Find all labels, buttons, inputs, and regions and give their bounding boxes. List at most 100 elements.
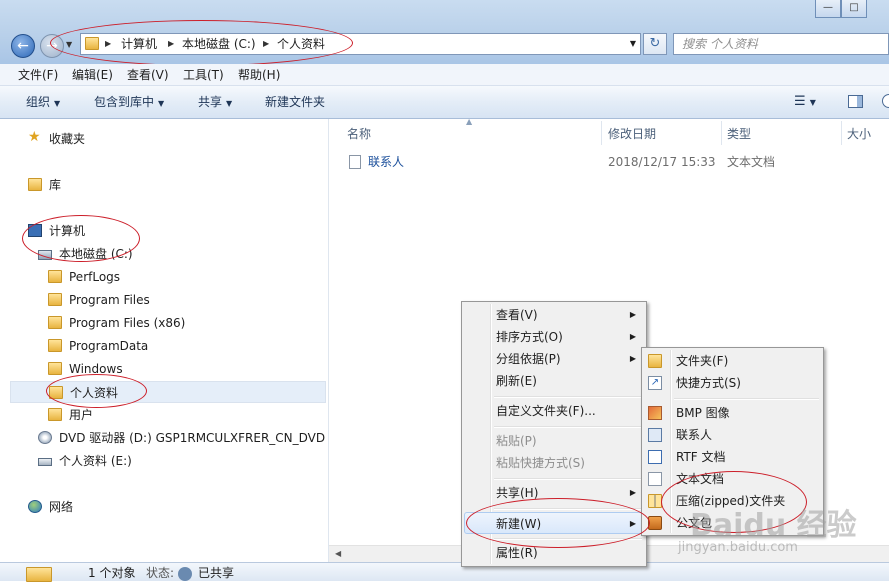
- minimize-button[interactable]: —: [815, 0, 841, 18]
- window-controls: — □: [815, 0, 877, 20]
- nav-folder-label: 用户: [69, 408, 94, 422]
- new-item-folder[interactable]: 文件夹(F): [644, 350, 821, 372]
- menu-tools[interactable]: 工具(T): [183, 64, 224, 86]
- recent-pages-dropdown-icon[interactable]: ▼: [66, 40, 76, 50]
- menu-edit[interactable]: 编辑(E): [72, 64, 113, 86]
- watermark-logo: Baidu 经验: [690, 508, 857, 543]
- search-input[interactable]: 搜索 个人资料: [673, 33, 889, 55]
- breadcrumb-arrow-icon[interactable]: ▶: [263, 34, 269, 54]
- nav-local-disk[interactable]: 本地磁盘 (C:): [0, 243, 328, 265]
- nav-favorites[interactable]: ★ 收藏夹: [0, 128, 328, 150]
- nav-folder-program-files-x86[interactable]: Program Files (x86): [0, 312, 328, 334]
- folder-icon: [48, 270, 62, 283]
- folder-icon: [48, 408, 62, 421]
- users-icon: [178, 567, 192, 581]
- menu-file[interactable]: 文件(F): [18, 64, 58, 86]
- share-button[interactable]: 共享 ▼: [198, 86, 232, 118]
- file-row[interactable]: 联系人 2018/12/17 15:33 文本文档: [329, 152, 889, 172]
- menu-view[interactable]: 查看(V): [127, 64, 169, 86]
- new-item-rtf[interactable]: RTF 文档: [644, 446, 821, 468]
- nav-computer[interactable]: 计算机: [0, 220, 328, 242]
- help-icon[interactable]: [882, 94, 889, 108]
- star-icon: ★: [28, 129, 41, 145]
- menu-item-view[interactable]: 查看(V) ▶: [464, 304, 644, 326]
- breadcrumb-personal[interactable]: 个人资料: [277, 34, 325, 54]
- nav-folder-program-files[interactable]: Program Files: [0, 289, 328, 311]
- address-history-dropdown-icon[interactable]: ▼: [630, 39, 636, 48]
- nav-dvd-drive[interactable]: DVD 驱动器 (D:) GSP1RMCULXFRER_CN_DVD: [0, 427, 328, 449]
- menu-separator: [494, 538, 642, 540]
- nav-folder-label: ProgramData: [69, 339, 149, 353]
- menu-item-refresh[interactable]: 刷新(E): [464, 370, 644, 392]
- chevron-down-icon: ▼: [226, 99, 233, 108]
- nav-folder-personal[interactable]: 个人资料: [10, 381, 326, 403]
- back-button[interactable]: ←: [11, 34, 35, 58]
- nav-e-drive[interactable]: 个人资料 (E:): [0, 450, 328, 472]
- column-size[interactable]: 大小: [847, 123, 871, 145]
- menu-separator: [494, 396, 642, 398]
- breadcrumb-arrow-icon[interactable]: ▶: [105, 34, 111, 54]
- new-item-shortcut[interactable]: ↗ 快捷方式(S): [644, 372, 821, 394]
- nav-folder-label: Windows: [69, 362, 123, 376]
- breadcrumb-computer[interactable]: 计算机: [121, 34, 157, 54]
- view-options-icon[interactable]: ☰ ▼: [794, 86, 816, 118]
- drive-icon: [38, 250, 52, 260]
- nav-folder-label: Program Files (x86): [69, 316, 186, 330]
- column-divider[interactable]: [601, 121, 602, 145]
- column-divider[interactable]: [721, 121, 722, 145]
- refresh-button[interactable]: ↻: [643, 33, 667, 55]
- column-name[interactable]: 名称: [347, 123, 371, 145]
- new-item-bmp[interactable]: BMP 图像: [644, 402, 821, 424]
- nav-folder-programdata[interactable]: ProgramData: [0, 335, 328, 357]
- nav-e-drive-label: 个人资料 (E:): [59, 454, 132, 468]
- nav-folder-users[interactable]: 用户: [0, 404, 328, 426]
- navigation-pane: ★ 收藏夹 库 计算机 本地磁盘 (C:) PerfLogs Program F…: [0, 119, 328, 569]
- file-modified: 2018/12/17 15:33: [608, 155, 716, 169]
- nav-libraries[interactable]: 库: [0, 174, 328, 196]
- breadcrumb-local-disk[interactable]: 本地磁盘 (C:): [182, 34, 256, 54]
- submenu-arrow-icon: ▶: [629, 488, 636, 497]
- new-item-text[interactable]: 文本文档: [644, 468, 821, 490]
- menu-item-label: 粘贴快捷方式(S): [496, 456, 585, 470]
- address-bar[interactable]: ▶ 计算机 ▶ 本地磁盘 (C:) ▶ 个人资料 ▼: [80, 33, 641, 55]
- column-divider[interactable]: [841, 121, 842, 145]
- nav-local-disk-label: 本地磁盘 (C:): [59, 247, 133, 261]
- nav-folder-windows[interactable]: Windows: [0, 358, 328, 380]
- column-type[interactable]: 类型: [727, 123, 751, 145]
- nav-folder-perflogs[interactable]: PerfLogs: [0, 266, 328, 288]
- nav-dvd-label: DVD 驱动器 (D:) GSP1RMCULXFRER_CN_DVD: [59, 431, 326, 445]
- menu-item-share[interactable]: 共享(H) ▶: [464, 482, 644, 504]
- library-icon: [28, 178, 42, 191]
- menu-item-label: 快捷方式(S): [676, 376, 741, 390]
- menu-item-new[interactable]: 新建(W) ▶: [464, 512, 644, 534]
- submenu-arrow-icon: ▶: [629, 310, 636, 319]
- text-file-icon: [349, 155, 361, 169]
- menu-item-paste: 粘贴(P): [464, 430, 644, 452]
- briefcase-icon: [648, 516, 662, 530]
- menu-item-properties[interactable]: 属性(R): [464, 542, 644, 564]
- organize-button[interactable]: 组织 ▼: [26, 86, 60, 118]
- chevron-down-icon: ▼: [158, 99, 165, 108]
- scroll-left-icon[interactable]: ◀: [335, 549, 341, 558]
- title-bar: — □ ← → ▼ ▶ 计算机 ▶ 本地磁盘 (C:) ▶ 个人资料 ▼ ↻ 搜…: [0, 0, 889, 66]
- new-item-contact[interactable]: 联系人: [644, 424, 821, 446]
- menu-help[interactable]: 帮助(H): [238, 64, 280, 86]
- preview-pane-icon[interactable]: [848, 95, 863, 108]
- menu-item-customize[interactable]: 自定义文件夹(F)...: [464, 400, 644, 422]
- folder-icon: [85, 37, 99, 50]
- forward-button[interactable]: →: [40, 34, 64, 58]
- maximize-button[interactable]: □: [841, 0, 867, 18]
- nav-favorites-label: 收藏夹: [49, 132, 86, 146]
- include-library-button[interactable]: 包含到库中 ▼: [94, 86, 164, 118]
- new-folder-button[interactable]: 新建文件夹: [265, 86, 325, 118]
- nav-network[interactable]: 网络: [0, 496, 328, 518]
- breadcrumb-arrow-icon[interactable]: ▶: [168, 34, 174, 54]
- menu-item-sort[interactable]: 排序方式(O) ▶: [464, 326, 644, 348]
- drive-icon: [38, 458, 52, 466]
- menu-item-label: 刷新(E): [496, 374, 537, 388]
- folder-icon: [48, 293, 62, 306]
- menu-item-label: 分组依据(P): [496, 352, 561, 366]
- menu-item-group[interactable]: 分组依据(P) ▶: [464, 348, 644, 370]
- column-modified[interactable]: 修改日期: [608, 123, 656, 145]
- menu-item-label: 粘贴(P): [496, 434, 537, 448]
